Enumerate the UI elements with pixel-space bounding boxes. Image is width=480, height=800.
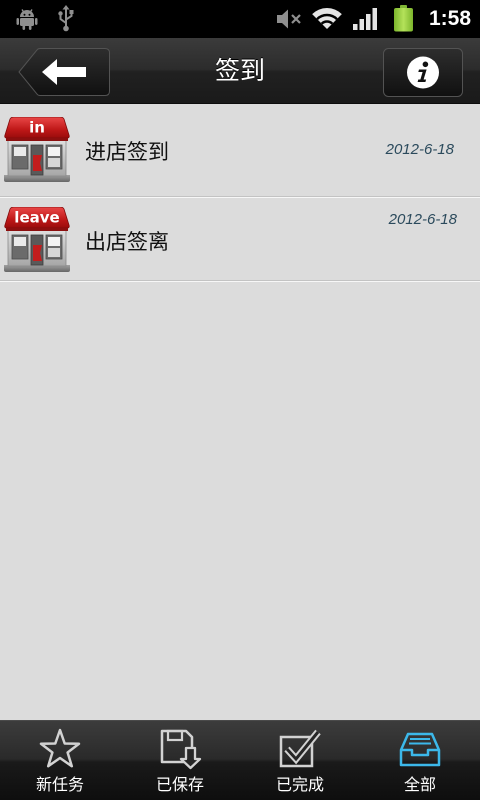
tab-label: 已保存: [155, 775, 204, 794]
android-icon: [16, 9, 38, 30]
wifi-icon: [312, 7, 342, 29]
item-label: 进店签到: [85, 140, 169, 164]
inbox-icon: [399, 732, 441, 767]
store-icon: leave: [4, 207, 70, 272]
store-icon: in: [4, 117, 70, 182]
check-icon: [279, 729, 321, 768]
tab-completed[interactable]: 已完成: [240, 721, 360, 800]
tab-label: 全部: [403, 775, 436, 794]
info-icon: [407, 56, 439, 89]
item-date: 2012-6-18: [388, 211, 457, 228]
tab-label: 新任务: [35, 775, 84, 794]
checkin-list: in 进店签到 2012-6-18 leave 出店签离 2012-6-18: [0, 104, 480, 720]
back-button[interactable]: [18, 48, 110, 96]
mute-icon: [277, 9, 301, 29]
tab-label: 已完成: [275, 775, 324, 794]
usb-icon: [58, 5, 74, 32]
list-item-checkout[interactable]: leave 出店签离 2012-6-18: [0, 198, 480, 282]
item-date: 2012-6-18: [385, 141, 454, 158]
status-bar: 1:58: [0, 0, 480, 38]
signal-icon: [353, 8, 377, 30]
tab-all[interactable]: 全部: [360, 721, 480, 800]
item-label: 出店签离: [85, 230, 169, 254]
star-icon: [39, 728, 81, 768]
clock-time: 1:58: [428, 7, 471, 30]
save-icon: [160, 729, 202, 770]
list-item-checkin[interactable]: in 进店签到 2012-6-18: [0, 104, 480, 198]
title-bar: 签到: [0, 38, 480, 104]
page-title: 签到: [214, 56, 265, 85]
bottom-tab-bar: 新任务 已保存 已完成 全部: [0, 720, 480, 800]
info-button[interactable]: [383, 48, 463, 97]
store-badge-text: leave: [14, 209, 59, 227]
battery-icon: [394, 5, 413, 32]
store-badge-text: in: [29, 119, 45, 137]
tab-saved[interactable]: 已保存: [120, 721, 240, 800]
tab-new-tasks[interactable]: 新任务: [0, 721, 120, 800]
